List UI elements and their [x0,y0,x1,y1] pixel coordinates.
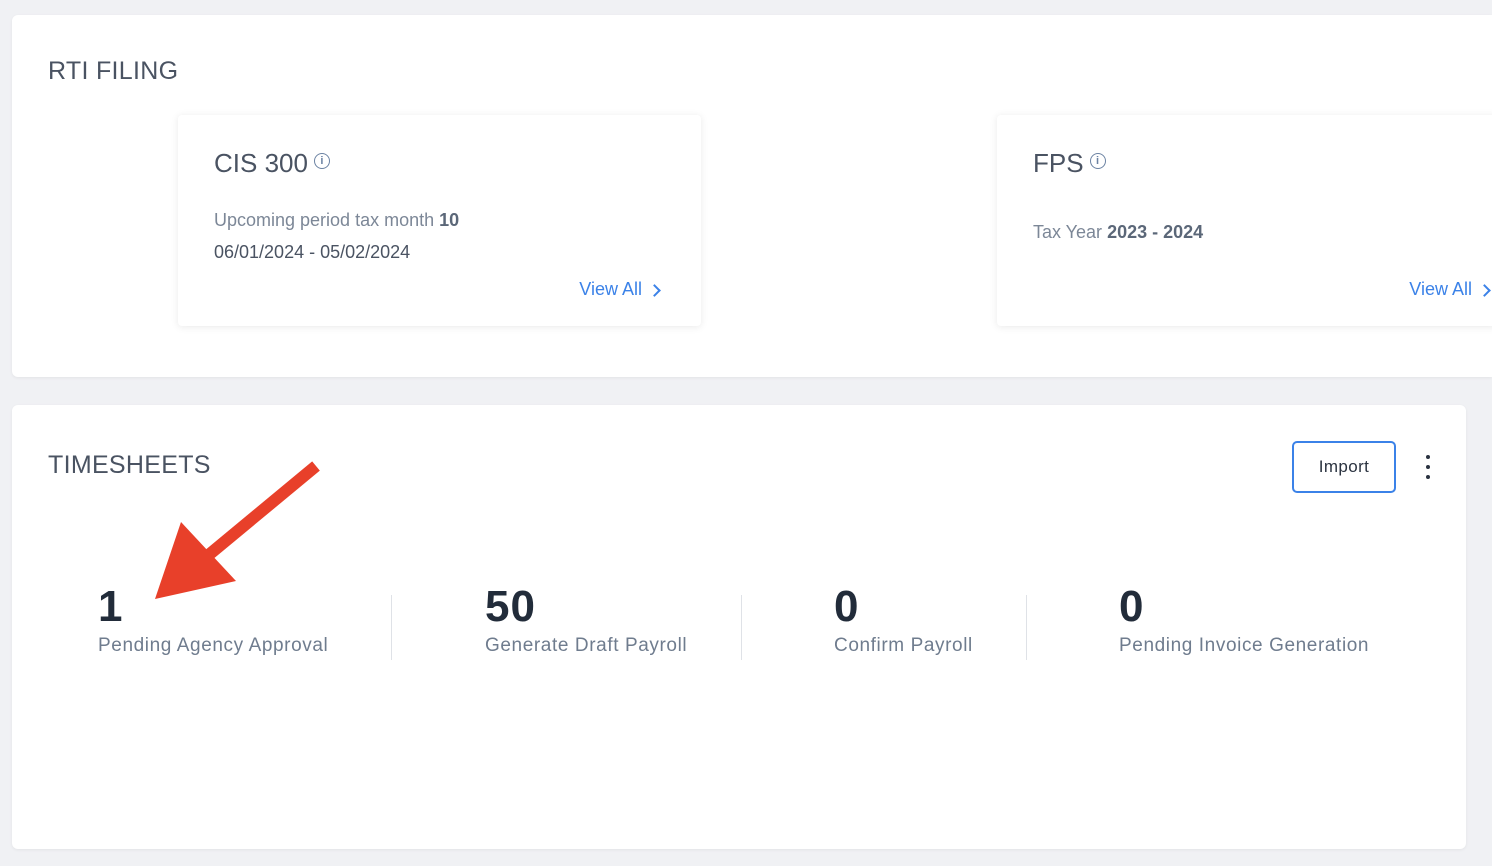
timesheets-panel: TIMESHEETS Import 1 Pending Agency Appro… [12,405,1466,849]
cis300-card: CIS 300 i Upcoming period tax month 10 0… [178,115,701,326]
fps-card-title: FPS i [1033,148,1106,179]
view-all-label: View All [579,279,642,299]
stat-divider [391,595,392,660]
stat-confirm-payroll[interactable]: 0 Confirm Payroll [834,585,973,657]
view-all-label: View All [1409,279,1472,299]
rti-filing-panel: RTI FILING CIS 300 i Upcoming period tax… [12,15,1492,377]
info-icon[interactable]: i [1089,152,1106,169]
import-button[interactable]: Import [1292,441,1396,493]
stat-value: 1 [98,582,124,631]
stat-label: Pending Invoice Generation [1119,635,1370,656]
more-options-icon[interactable] [1416,451,1440,483]
info-icon[interactable]: i [313,152,330,169]
stat-value: 50 [485,582,536,631]
tax-month-value: 10 [439,210,460,230]
cis300-date-range: 06/01/2024 - 05/02/2024 [214,242,411,262]
stat-pending-invoice-generation[interactable]: 0 Pending Invoice Generation [1119,585,1369,657]
cis300-title-text: CIS 300 [214,148,308,178]
chevron-right-icon [1478,284,1491,297]
rti-filing-title: RTI FILING [48,57,179,85]
fps-card: FPS i Tax Year 2023 - 2024 View All [997,115,1492,326]
stat-label: Pending Agency Approval [98,635,329,656]
stat-pending-agency-approval[interactable]: 1 Pending Agency Approval [98,585,328,657]
fps-title-text: FPS [1033,148,1084,178]
stat-generate-draft-payroll[interactable]: 50 Generate Draft Payroll [485,585,687,657]
fps-view-all-link[interactable]: View All [1409,279,1491,300]
cis300-view-all-link[interactable]: View All [579,279,661,300]
upcoming-prefix: Upcoming period tax month [214,210,440,230]
tax-year-prefix: Tax Year [1033,222,1108,242]
stat-value: 0 [1119,582,1145,631]
stat-label: Confirm Payroll [834,635,973,656]
chevron-right-icon [648,284,661,297]
stat-divider [741,595,742,660]
stat-value: 0 [834,582,860,631]
stat-divider [1026,595,1027,660]
stat-label: Generate Draft Payroll [485,635,688,656]
fps-tax-year: Tax Year 2023 - 2024 [1033,222,1203,243]
timesheets-title: TIMESHEETS [48,451,211,479]
tax-year-value: 2023 - 2024 [1107,222,1204,242]
cis300-upcoming-period: Upcoming period tax month 10 [214,210,459,231]
cis300-card-title: CIS 300 i [214,148,330,179]
